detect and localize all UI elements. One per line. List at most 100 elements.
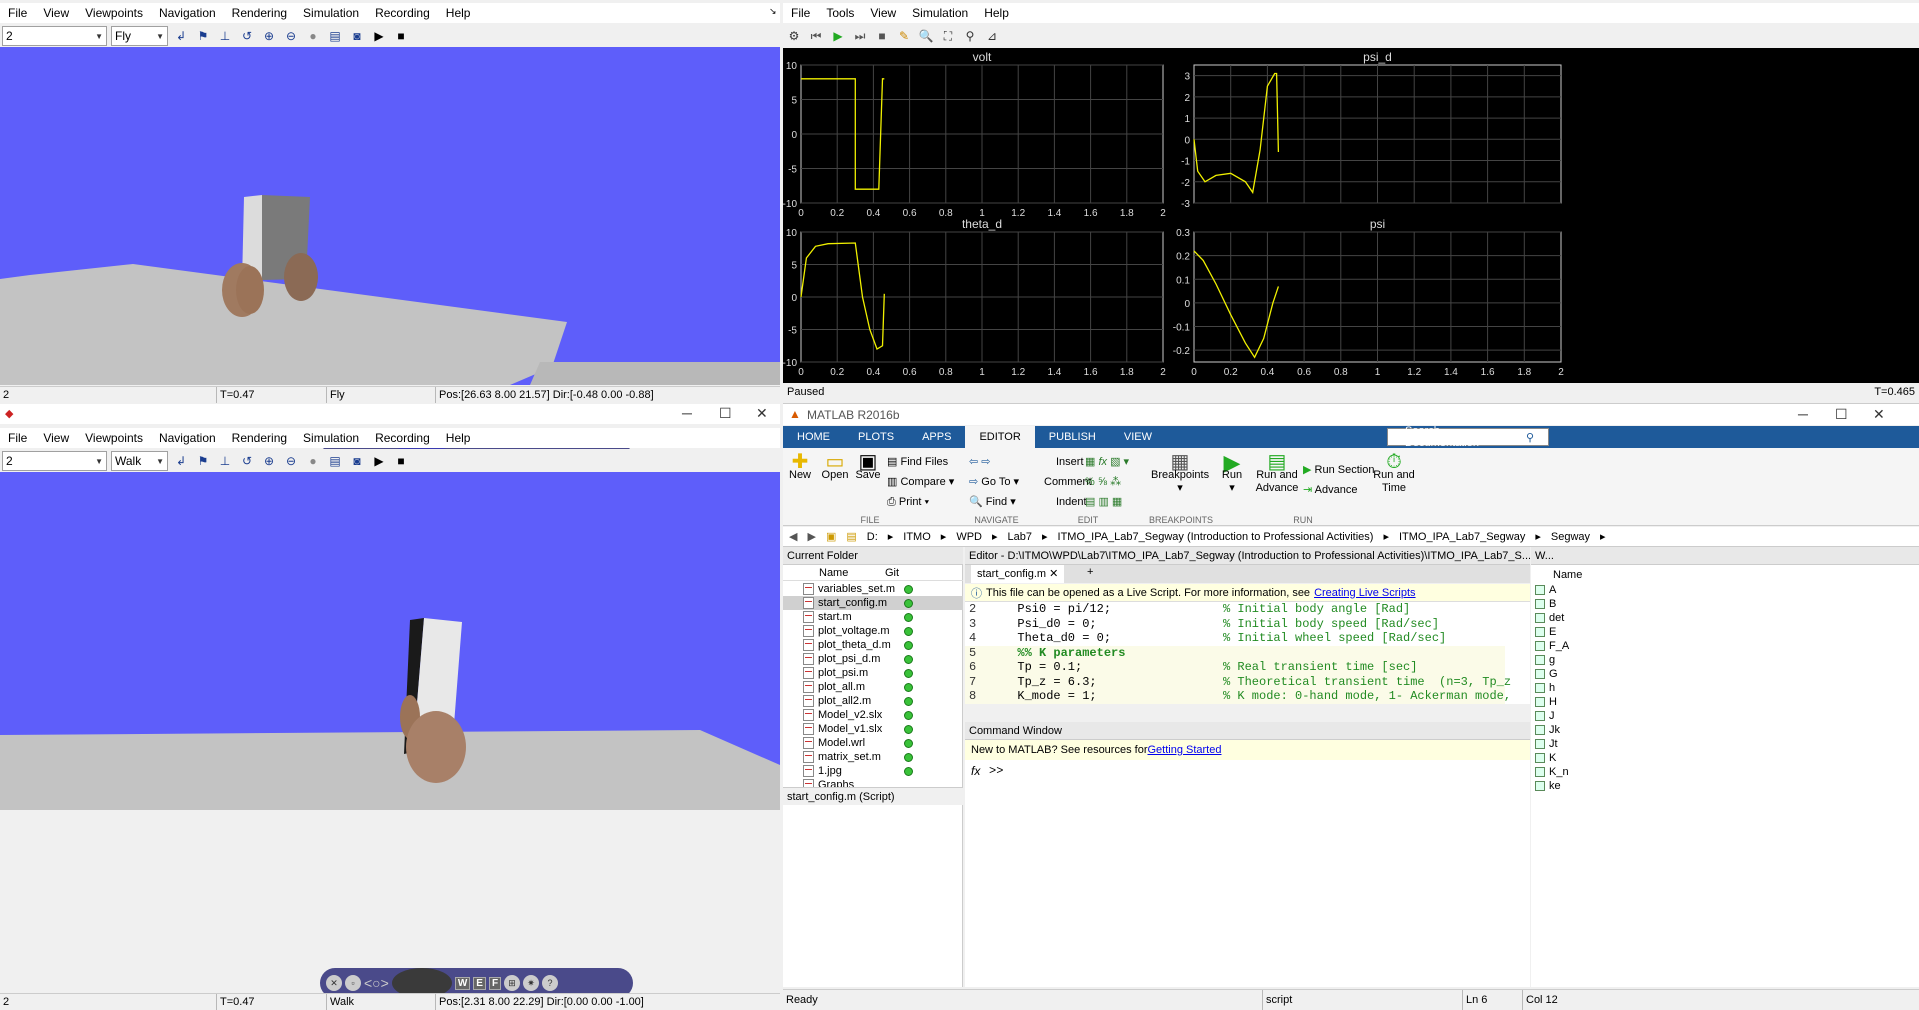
path-segment[interactable]: WPD — [956, 531, 982, 543]
workspace-variable[interactable]: G — [1535, 667, 1558, 681]
code-line[interactable]: 3 Psi_d0 = 0; % Initial body speed [Rad/s… — [965, 617, 1505, 632]
menu-recording[interactable]: Recording — [367, 431, 438, 445]
workspace-variable[interactable]: F_A — [1535, 639, 1569, 653]
menu-viewpoints[interactable]: Viewpoints — [77, 431, 151, 445]
straighten-nav-icon[interactable]: ⊞ — [504, 975, 521, 991]
open-button[interactable]: ▭ Open — [821, 452, 849, 482]
workspace-column-name[interactable]: Name — [1553, 569, 1582, 581]
column-git[interactable]: Git — [885, 567, 899, 579]
editor-icon[interactable]: ▤ — [326, 452, 344, 470]
file-row[interactable]: variables_set.m — [783, 582, 963, 596]
workspace-variable[interactable]: K_n — [1535, 765, 1569, 779]
nav-f-button[interactable]: F — [488, 976, 502, 990]
code-line[interactable]: 4 Theta_d0 = 0; % Initial wheel speed [Ra… — [965, 631, 1505, 646]
tab-publish[interactable]: PUBLISH — [1035, 426, 1110, 448]
stop-icon[interactable]: ■ — [392, 27, 410, 45]
viewpoint-select[interactable]: 2 ▼ — [2, 451, 107, 471]
path-segment[interactable]: ITMO_IPA_Lab7_Segway — [1399, 531, 1525, 543]
path-segment[interactable]: ITMO — [903, 531, 931, 543]
search-documentation-input[interactable]: Search Documentation ⚲ — [1387, 425, 1549, 449]
highlight-icon[interactable]: ✎ — [895, 27, 913, 45]
straighten-icon[interactable]: ⊥ — [216, 452, 234, 470]
creating-live-scripts-link[interactable]: Creating Live Scripts — [1314, 587, 1416, 599]
tab-editor[interactable]: EDITOR — [965, 426, 1035, 448]
zoom-icon[interactable]: 🔍 — [917, 27, 935, 45]
maximize-icon[interactable]: ☐ — [719, 405, 732, 422]
flag-icon[interactable]: ⚑ — [194, 452, 212, 470]
menu-view[interactable]: View — [35, 6, 77, 20]
file-row[interactable]: start_config.m — [783, 596, 963, 610]
menu-view[interactable]: View — [35, 431, 77, 445]
nav-w-button[interactable]: W — [454, 976, 471, 990]
advance-button[interactable]: ⇥ Advance — [1303, 484, 1357, 497]
menu-rendering[interactable]: Rendering — [224, 6, 295, 20]
left-right-arrows-icon[interactable]: <○> — [364, 975, 389, 991]
return-icon[interactable]: ↲ — [172, 27, 190, 45]
back-forward-arrows[interactable]: ⇦ ⇨ — [969, 456, 991, 469]
menu-recording[interactable]: Recording — [367, 6, 438, 20]
nav-mode-select[interactable]: Walk ▼ — [111, 451, 168, 471]
menu-rendering[interactable]: Rendering — [224, 431, 295, 445]
step-back-icon[interactable]: ⏮ — [807, 27, 825, 45]
path-segment[interactable]: ITMO_IPA_Lab7_Segway (Introduction to Pr… — [1058, 531, 1374, 543]
forward-icon[interactable]: ▶ — [807, 530, 815, 543]
record-icon[interactable]: ● — [304, 27, 322, 45]
workspace-variable[interactable]: g — [1535, 653, 1555, 667]
menu-simulation[interactable]: Simulation — [904, 6, 976, 20]
vr-top-viewport[interactable] — [0, 47, 780, 385]
menu-file[interactable]: File — [783, 6, 818, 20]
camera-icon[interactable]: ◙ — [348, 27, 366, 45]
menu-help[interactable]: Help — [438, 6, 479, 20]
file-row[interactable]: plot_voltage.m — [783, 624, 963, 638]
compare-button[interactable]: ▥ Compare ▾ — [887, 476, 954, 489]
indent-label[interactable]: Indent — [1056, 496, 1087, 509]
print-button[interactable]: ⎙ Print ▾ — [887, 496, 929, 509]
workspace-variable[interactable]: A — [1535, 583, 1556, 597]
file-row[interactable]: plot_psi_d.m — [783, 652, 963, 666]
run-button[interactable]: ▶ Run ▾ — [1219, 452, 1245, 495]
nav-mode-select[interactable]: Fly ▼ — [111, 26, 168, 46]
workspace-variable[interactable]: Jk — [1535, 723, 1560, 737]
back-icon[interactable]: ◀ — [789, 530, 797, 543]
tab-apps[interactable]: APPS — [908, 426, 965, 448]
zoom-in-icon[interactable]: ⊕ — [260, 452, 278, 470]
command-window[interactable]: fx >> — [965, 760, 1530, 987]
comment-label[interactable]: Comment — [1044, 476, 1092, 489]
minimize-icon[interactable]: ─ — [1798, 406, 1808, 422]
menu-help[interactable]: Help — [976, 6, 1017, 20]
help-icon[interactable]: ? — [542, 975, 559, 991]
minimize-icon[interactable]: ─ — [682, 405, 692, 421]
stop-icon[interactable]: ■ — [873, 27, 891, 45]
column-name[interactable]: Name — [819, 567, 848, 579]
file-row[interactable]: 1.jpg — [783, 764, 963, 778]
file-row[interactable]: Model_v2.slx — [783, 708, 963, 722]
code-line[interactable]: 2 Psi0 = pi/12; % Initial body angle [Rad… — [965, 602, 1505, 617]
file-row[interactable]: plot_all.m — [783, 680, 963, 694]
path-segment[interactable]: Segway — [1551, 531, 1590, 543]
menu-help[interactable]: Help — [438, 431, 479, 445]
new-tab-icon[interactable]: + — [1087, 566, 1093, 578]
indent-icons[interactable]: ▤ ▥ ▦ — [1085, 496, 1122, 509]
code-line[interactable]: 8 K_mode = 1; % K mode: 0-hand mode, 1- A… — [965, 689, 1511, 704]
code-editor[interactable]: 2 Psi0 = pi/12; % Initial body angle [Rad… — [965, 602, 1530, 704]
camera-icon[interactable]: ◙ — [348, 452, 366, 470]
menu-simulation[interactable]: Simulation — [295, 6, 367, 20]
return-icon[interactable]: ↲ — [172, 452, 190, 470]
autoscale-icon[interactable]: ⛶ — [939, 27, 957, 45]
undock-icon[interactable]: ↘ — [769, 6, 777, 17]
play-icon[interactable]: ▶ — [370, 452, 388, 470]
menu-viewpoints[interactable]: Viewpoints — [77, 6, 151, 20]
run-time-button[interactable]: ⏱ Run and Time — [1373, 452, 1415, 495]
goto-button[interactable]: ⇨ Go To ▾ — [969, 476, 1019, 489]
editor-file-tab[interactable]: start_config.m ✕ — [971, 565, 1065, 583]
path-segment[interactable]: Lab7 — [1008, 531, 1032, 543]
getting-started-link[interactable]: Getting Started — [1147, 744, 1221, 756]
minimize-panel-icon[interactable]: ▫ — [345, 975, 361, 991]
save-button[interactable]: ▣ Save — [855, 452, 881, 482]
undo-move-icon[interactable]: ↺ — [238, 452, 256, 470]
workspace-variable[interactable]: H — [1535, 695, 1557, 709]
workspace-variable[interactable]: ke — [1535, 779, 1561, 793]
menu-view[interactable]: View — [862, 6, 904, 20]
breakpoints-button[interactable]: ▦ Breakpoints ▾ — [1151, 452, 1209, 495]
cursor-measure-icon[interactable]: ⊿ — [983, 27, 1001, 45]
